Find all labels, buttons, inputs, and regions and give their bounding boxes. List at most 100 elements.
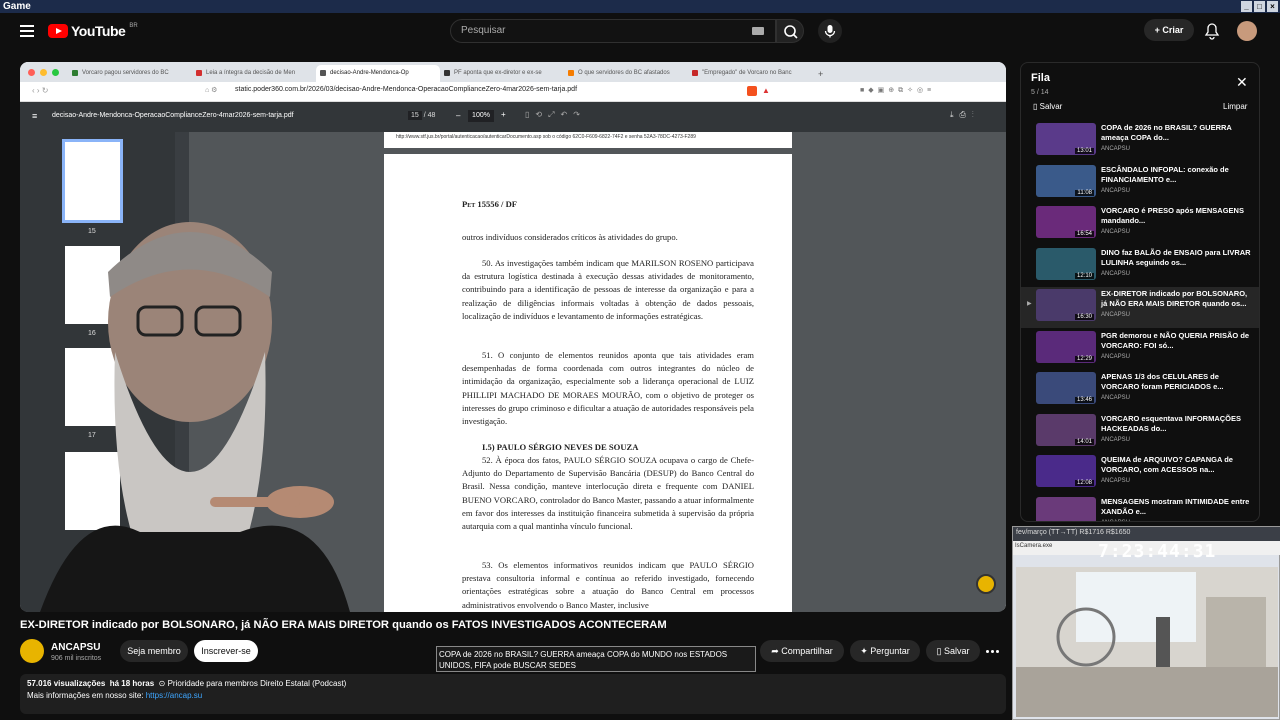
duration-badge: 16:30 [1074, 314, 1094, 320]
join-button[interactable]: Seja membro [120, 640, 188, 662]
voice-search-button[interactable] [818, 19, 842, 43]
warning-icon: ▲ [762, 86, 770, 95]
browser-tab[interactable]: "Empregado" de Vorcaro no Banc [688, 65, 812, 82]
pdf-heading: Pet 15556 / DF [462, 199, 518, 209]
address-bar: ‹ › ↻ ⌂ ⚙ static.poder360.com.br/2026/03… [20, 82, 1006, 102]
save-label: Salvar [943, 646, 970, 656]
queue-thumbnail: 13:46 [1036, 372, 1096, 404]
search-button[interactable] [776, 19, 804, 43]
queue-thumbnail: 13:01 [1036, 123, 1096, 155]
queue-thumbnail: 12:43 [1036, 496, 1096, 523]
ask-label: Perguntar [870, 646, 910, 656]
channel-name[interactable]: ANCAPSU [51, 642, 100, 653]
save-button[interactable]: ▯ Salvar [926, 640, 980, 662]
pdf-page: Pet 15556 / DF outros indivíduos conside… [384, 154, 792, 612]
tab-favicon-icon [444, 70, 450, 76]
duration-badge: 12:43 [1075, 522, 1094, 523]
zoom-dot-icon [52, 69, 59, 76]
queue-item[interactable]: 12:08 QUEIMA de ARQUIVO? CAPANGA de VORCA… [1021, 453, 1259, 494]
queue-save-button[interactable]: ▯ Salvar [1033, 102, 1062, 111]
queue-item-channel: ANCAPSU [1101, 436, 1131, 443]
queue-count: 5 / 14 [1031, 89, 1049, 96]
queue-item[interactable]: 11:08 ESCÂNDALO INFOPAL: conexão de FINAN… [1021, 163, 1259, 204]
account-avatar[interactable] [1237, 21, 1257, 41]
channel-avatar[interactable] [20, 639, 44, 663]
presenter-figure [40, 222, 350, 612]
minimize-dot-icon [40, 69, 47, 76]
queue-item[interactable]: 13:01 COPA de 2026 no BRASIL? GUERRA amea… [1021, 121, 1259, 162]
minimize-button[interactable]: _ [1241, 1, 1252, 12]
browser-tab[interactable]: Vorcaro pagou servidores do BC [68, 65, 192, 82]
browser-tab[interactable]: Leia a íntegra da decisão de Men [192, 65, 316, 82]
share-button[interactable]: ➦ Compartilhar [760, 640, 844, 662]
queue-item-title: DINO faz BALÃO de ENSAIO para LIVRAR LUL… [1101, 247, 1251, 267]
tab-favicon-icon [320, 70, 326, 76]
queue-item[interactable]: ▶ 16:30 EX-DIRETOR indicado por BOLSONARO,… [1021, 287, 1259, 328]
video-player[interactable]: Vorcaro pagou servidores do BC Leia a ínt… [20, 62, 1006, 612]
more-actions-icon[interactable] [986, 645, 1002, 657]
region-code: BR [129, 23, 138, 29]
notifications-button[interactable] [1204, 22, 1220, 40]
menu-icon[interactable] [20, 25, 34, 37]
bookmark-icon: ▯ [1033, 102, 1040, 111]
search-input[interactable]: Pesquisar [450, 19, 776, 43]
queue-item[interactable]: 12:29 PGR demorou e NÃO QUERIA PRISÃO de … [1021, 329, 1259, 370]
brave-shield-icon [747, 86, 757, 96]
bookmark-icon: ▯ [936, 646, 944, 656]
queue-thumbnail: 11:08 [1036, 164, 1096, 197]
pdf-menu-icon: ≡ [32, 111, 38, 121]
queue-item[interactable]: 16:54 VORCARO é PRESO após MENSAGENS mand… [1021, 204, 1259, 245]
description-box[interactable]: 57.016 visualizações há 18 horas ⊙ Prior… [20, 674, 1006, 714]
video-title: EX-DIRETOR indicado por BOLSONARO, já NÃ… [20, 619, 667, 631]
youtube-logo[interactable]: YouTube BR [48, 23, 138, 39]
tab-label: Leia a íntegra da decisão de Men [206, 70, 296, 76]
pdf-paragraph: 52. À época dos fatos, PAULO SÉRGIO SOUZ… [462, 455, 754, 532]
browser-tab[interactable]: decisao-Andre-Mendonca-Op [316, 65, 440, 82]
site-link[interactable]: https://ancap.su [146, 691, 202, 700]
channel-watermark-icon[interactable] [976, 574, 996, 594]
queue-item-title: EX-DIRETOR indicado por BOLSONARO, já NÃ… [1101, 289, 1248, 308]
subscriber-count: 906 mil inscritos [51, 655, 102, 662]
queue-clear-button[interactable]: Limpar [1223, 102, 1247, 111]
logo-text: YouTube [71, 23, 126, 39]
close-icon[interactable]: ✕ [1236, 74, 1248, 91]
search-icon [784, 25, 798, 39]
queue-item[interactable]: 12:10 DINO faz BALÃO de ENSAIO para LIVRA… [1021, 246, 1259, 287]
browser-tab[interactable]: O que servidores do BC afastados [564, 65, 688, 82]
duration-badge: 14:01 [1074, 438, 1094, 445]
tab-favicon-icon [692, 70, 698, 76]
duration-badge: 12:08 [1074, 480, 1094, 486]
mic-icon [824, 25, 836, 38]
keyboard-icon[interactable] [752, 27, 764, 35]
extension-icons: ■◆▣⊕⧉✧◎≡ [860, 87, 936, 94]
subscribe-button[interactable]: Inscrever-se [194, 640, 258, 662]
ask-button[interactable]: ✦ Perguntar [850, 640, 920, 662]
browser-tab[interactable]: PF aponta que ex-diretor e ex-se [440, 65, 564, 82]
create-button[interactable]: + Criar [1144, 19, 1194, 41]
duration-badge: 12:10 [1074, 272, 1094, 279]
view-count: 57.016 visualizações [27, 679, 106, 688]
queue-item[interactable]: 14:01 VORCARO esquentava INFORMAÇÕES HACK… [1021, 412, 1259, 453]
close-window-button[interactable]: × [1267, 1, 1278, 12]
pdf-paragraph: 51. O conjunto de elementos reunidos apo… [462, 350, 754, 427]
page-url: static.poder360.com.br/2026/03/decisao-A… [235, 86, 578, 93]
queue-item-title: MENSAGENS mostram INTIMIDADE entre XANDÃ… [1101, 496, 1250, 516]
tab-favicon-icon [568, 70, 574, 76]
share-label: Compartilhar [781, 646, 833, 656]
download-print-icons: ⤓⎙⋮ [950, 110, 980, 119]
tab-label: "Empregado" de Vorcaro no Banc [702, 70, 792, 76]
now-playing-icon: ▶ [1027, 301, 1032, 307]
pdf-tool-icons: ▯⟲⤢↶↷ [525, 110, 586, 119]
tab-label: PF aponta que ex-diretor e ex-se [454, 70, 542, 76]
queue-panel: Fila ✕ 5 / 14 ▯ Salvar Limpar 13:01 COPA … [1020, 62, 1260, 522]
queue-item-channel: ANCAPSU [1101, 229, 1131, 235]
window-titlebar: Game _ □ × [0, 0, 1280, 13]
queue-item[interactable]: 13:46 APENAS 1/3 dos CELULARES de VORCARO… [1021, 370, 1259, 411]
pdf-zoom: 100% [468, 110, 494, 122]
queue-item[interactable]: 12:43 MENSAGENS mostram INTIMIDADE entre … [1021, 495, 1259, 523]
maximize-button[interactable]: □ [1254, 1, 1265, 12]
description-line: Mais informações em nosso site: https://… [27, 690, 999, 702]
queue-save-label: Salvar [1039, 102, 1063, 111]
queue-item-title: COPA de 2026 no BRASIL? GUERRA ameaça CO… [1101, 123, 1232, 142]
queue-item-channel: ANCAPSU [1101, 353, 1131, 360]
